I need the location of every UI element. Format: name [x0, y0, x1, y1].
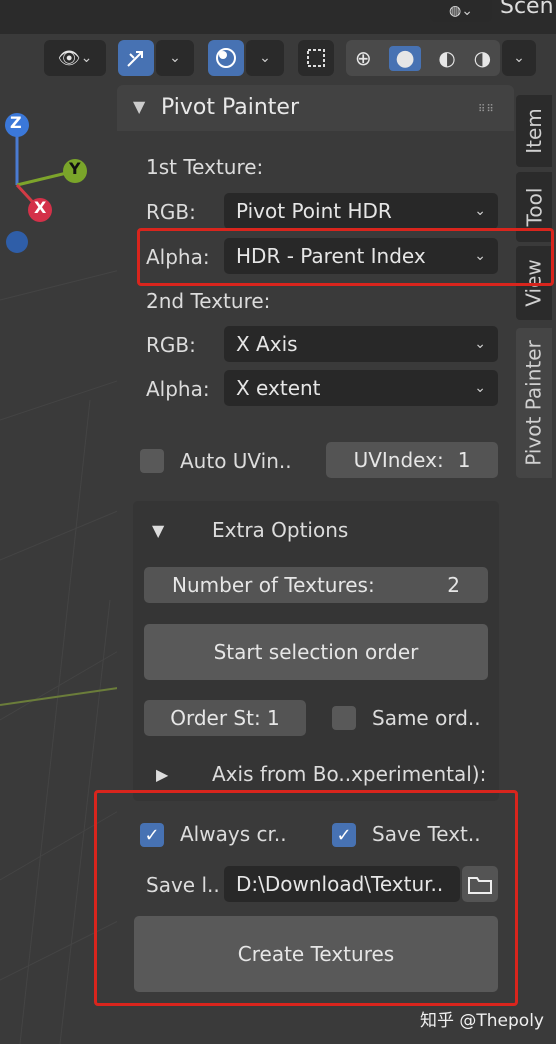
- same-order-checkbox[interactable]: [332, 706, 356, 730]
- tab-label: Tool: [522, 187, 547, 227]
- start-selection-order-button[interactable]: Start selection order: [144, 624, 488, 680]
- dropdown-value: X Axis: [236, 332, 298, 356]
- chevron-down-icon: ⌄: [474, 336, 486, 352]
- scene-name: Scen: [500, 0, 554, 19]
- drag-handle-icon[interactable]: ⠿⠿: [478, 104, 495, 115]
- scene-icon: ◍: [449, 3, 462, 19]
- chevron-down-icon: ⌄: [461, 3, 473, 19]
- wireframe-shading-icon[interactable]: ⊕: [355, 46, 372, 70]
- visibility-dropdown[interactable]: 👁 ⌄: [44, 40, 106, 76]
- shading-dropdown[interactable]: ⌄: [502, 40, 536, 76]
- auto-uv-checkbox[interactable]: [140, 449, 164, 473]
- material-shading-icon[interactable]: ◐: [438, 46, 455, 70]
- tex2-rgb-label: RGB:: [146, 333, 196, 357]
- axis-from-bounds-label[interactable]: Axis from Bo..xperimental):: [212, 762, 486, 786]
- tex2-alpha-label: Alpha:: [146, 377, 210, 401]
- collapse-triangle-icon[interactable]: ▼: [133, 97, 145, 116]
- gizmo-icon: [127, 51, 143, 67]
- overlay-dropdown[interactable]: ⌄: [246, 40, 284, 76]
- chevron-down-icon: ⌄: [80, 50, 93, 66]
- chevron-down-icon: ⌄: [474, 380, 486, 396]
- tab-item[interactable]: Item: [516, 95, 552, 167]
- gizmo-x-label: X: [34, 198, 47, 217]
- xray-icon: [307, 49, 325, 67]
- gizmo-dropdown[interactable]: ⌄: [156, 40, 194, 76]
- extra-options-collapse-icon[interactable]: ▼: [152, 521, 164, 540]
- rendered-shading-icon[interactable]: ◑: [474, 46, 491, 70]
- first-texture-label: 1st Texture:: [146, 155, 264, 179]
- num-textures-value: 2: [447, 573, 460, 597]
- second-texture-label: 2nd Texture:: [146, 289, 271, 313]
- tab-label: Pivot Painter: [522, 340, 546, 466]
- highlight-box-alpha: [137, 228, 554, 286]
- order-st-field[interactable]: Order St: 1: [144, 700, 306, 736]
- auto-uv-label: Auto UVin..: [180, 449, 292, 473]
- highlight-box-bottom: [94, 790, 518, 1006]
- gizmo-toggle-button[interactable]: [118, 40, 154, 76]
- tex1-rgb-dropdown[interactable]: Pivot Point HDR ⌄: [224, 193, 498, 229]
- axis-expand-icon[interactable]: ▶: [156, 765, 168, 784]
- watermark-text: 知乎 @Thepoly: [420, 1011, 544, 1031]
- uv-index-label: UVIndex:: [353, 448, 444, 472]
- dropdown-value: Pivot Point HDR: [236, 199, 392, 223]
- overlay-icon: [216, 48, 236, 68]
- panel-title: Pivot Painter: [161, 95, 300, 120]
- chevron-down-icon: ⌄: [474, 203, 486, 219]
- eye-icon: 👁: [57, 47, 81, 69]
- chevron-down-icon: ⌄: [259, 50, 271, 66]
- same-order-label: Same ord..: [372, 706, 481, 730]
- uv-index-value: 1: [457, 448, 471, 472]
- gizmo-y-label: Y: [69, 159, 81, 178]
- tex2-rgb-dropdown[interactable]: X Axis ⌄: [224, 326, 498, 362]
- dropdown-value: X extent: [236, 376, 321, 400]
- num-textures-label: Number of Textures:: [172, 573, 375, 597]
- chevron-down-icon: ⌄: [513, 50, 525, 66]
- overlay-toggle-button[interactable]: [208, 40, 244, 76]
- xray-toggle-button[interactable]: [298, 40, 334, 76]
- shading-mode-group: ⊕ ● ◐ ◑: [346, 40, 500, 76]
- tex2-alpha-dropdown[interactable]: X extent ⌄: [224, 370, 498, 406]
- tab-label: Item: [522, 108, 546, 154]
- chevron-down-icon: ⌄: [169, 50, 181, 66]
- scene-selector[interactable]: ◍ ⌄: [430, 0, 492, 22]
- solid-shading-icon[interactable]: ●: [389, 45, 421, 71]
- gizmo-z-label: Z: [10, 113, 22, 132]
- tab-pivot-painter[interactable]: Pivot Painter: [516, 328, 552, 478]
- tex1-rgb-label: RGB:: [146, 200, 196, 224]
- number-of-textures-field[interactable]: Number of Textures: 2: [144, 567, 488, 603]
- uv-index-field[interactable]: UVIndex: 1: [326, 442, 498, 478]
- extra-options-title: Extra Options: [212, 518, 349, 542]
